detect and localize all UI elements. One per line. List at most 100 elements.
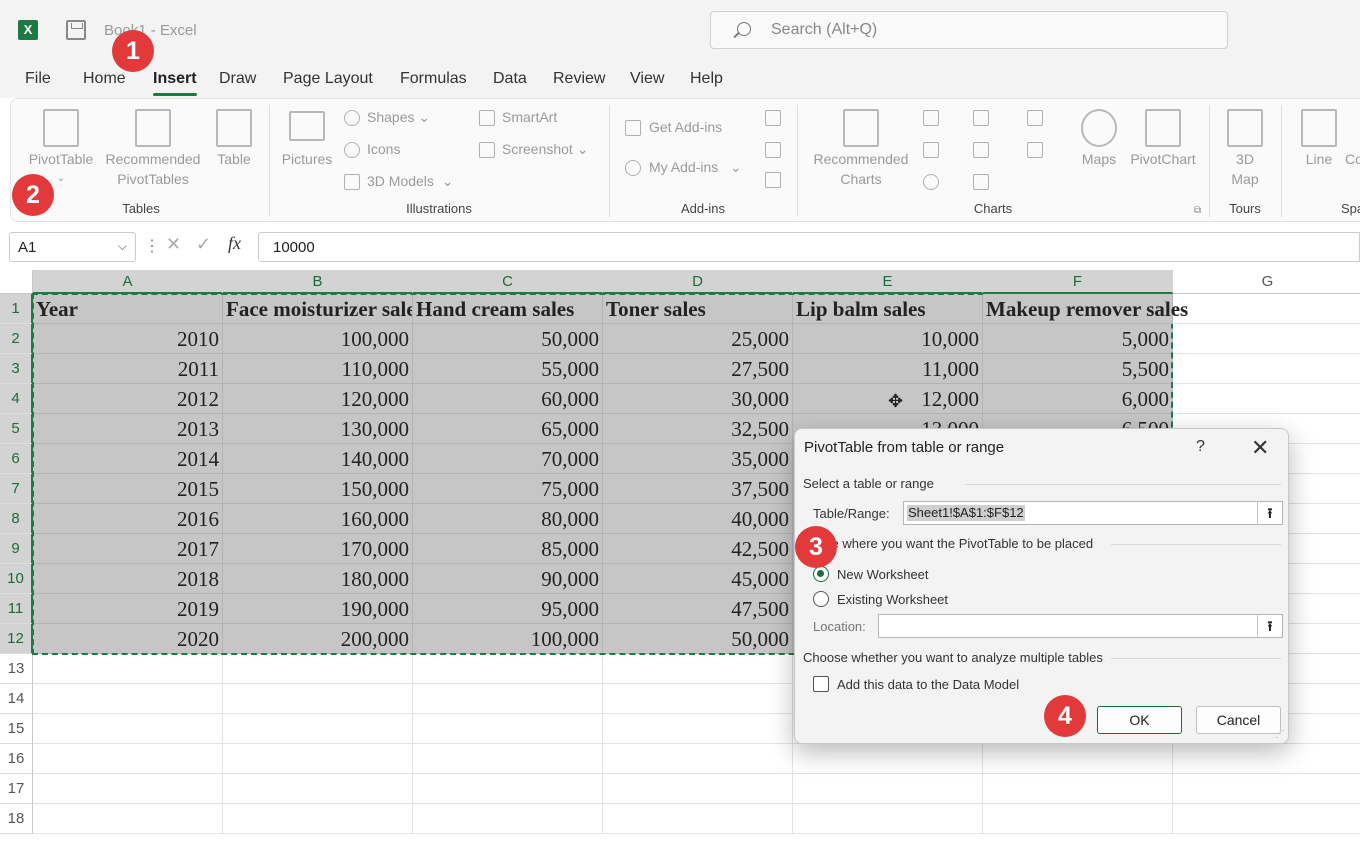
cell-d9[interactable]: 42,500: [603, 534, 793, 564]
column-header-a[interactable]: A: [33, 270, 223, 294]
tab-file[interactable]: File: [25, 70, 51, 88]
waterfall-chart-icon[interactable]: [1027, 110, 1043, 126]
bing-icon[interactable]: [765, 142, 781, 158]
pivotchart-button[interactable]: PivotChart: [1123, 149, 1203, 169]
cell-b10[interactable]: 180,000: [223, 564, 413, 594]
cell-a12[interactable]: 2020: [33, 624, 223, 654]
column-header-b[interactable]: B: [223, 270, 413, 294]
tab-review[interactable]: Review: [553, 70, 605, 88]
name-box[interactable]: A1 ⌵: [9, 232, 136, 262]
cell-c15[interactable]: [413, 714, 603, 744]
cell-f4[interactable]: 6,000: [983, 384, 1173, 414]
cell-c13[interactable]: [413, 654, 603, 684]
pivottable-button[interactable]: PivotTable: [25, 149, 97, 169]
cell-g3[interactable]: [1173, 354, 1360, 384]
cell-d4[interactable]: 30,000: [603, 384, 793, 414]
cell-d3[interactable]: 27,500: [603, 354, 793, 384]
cell-d13[interactable]: [603, 654, 793, 684]
statistic-chart-icon[interactable]: [973, 142, 989, 158]
cell-e3[interactable]: 11,000: [793, 354, 983, 384]
row-header-12[interactable]: 12: [0, 624, 33, 654]
people-graph-icon[interactable]: [765, 172, 781, 188]
cell-g4[interactable]: [1173, 384, 1360, 414]
cell-d1[interactable]: Toner sales: [603, 294, 793, 324]
cell-d6[interactable]: 35,000: [603, 444, 793, 474]
collapse-dialog-icon[interactable]: ⭱: [1257, 502, 1282, 524]
row-header-4[interactable]: 4: [0, 384, 33, 414]
cell-a1[interactable]: Year: [33, 294, 223, 324]
tab-home[interactable]: Home: [83, 70, 126, 88]
row-header-10[interactable]: 10: [0, 564, 33, 594]
tab-data[interactable]: Data: [493, 70, 527, 88]
cell-d12[interactable]: 50,000: [603, 624, 793, 654]
scatter-chart-icon[interactable]: [973, 174, 989, 190]
cell-b3[interactable]: 110,000: [223, 354, 413, 384]
cell-a17[interactable]: [33, 774, 223, 804]
cell-c5[interactable]: 65,000: [413, 414, 603, 444]
cancel-button[interactable]: Cancel: [1196, 706, 1281, 734]
shapes-button[interactable]: Shapes ⌄: [367, 107, 430, 127]
column-chart-icon[interactable]: [923, 110, 939, 126]
cell-d7[interactable]: 37,500: [603, 474, 793, 504]
dialog-launcher-icon[interactable]: ⧉: [1194, 205, 1201, 216]
cell-b14[interactable]: [223, 684, 413, 714]
cell-f18[interactable]: [983, 804, 1173, 834]
sparkline-line-button[interactable]: Line: [1301, 149, 1337, 169]
cell-f3[interactable]: 5,500: [983, 354, 1173, 384]
cell-c12[interactable]: 100,000: [413, 624, 603, 654]
cell-d16[interactable]: [603, 744, 793, 774]
row-header-11[interactable]: 11: [0, 594, 33, 624]
cell-d8[interactable]: 40,000: [603, 504, 793, 534]
cell-b16[interactable]: [223, 744, 413, 774]
cell-g2[interactable]: [1173, 324, 1360, 354]
cell-g17[interactable]: [1173, 774, 1360, 804]
row-header-13[interactable]: 13: [0, 654, 33, 684]
cell-a8[interactable]: 2016: [33, 504, 223, 534]
cell-a6[interactable]: 2014: [33, 444, 223, 474]
cell-c7[interactable]: 75,000: [413, 474, 603, 504]
cell-c2[interactable]: 50,000: [413, 324, 603, 354]
cell-c16[interactable]: [413, 744, 603, 774]
cell-a10[interactable]: 2018: [33, 564, 223, 594]
column-header-g[interactable]: G: [1173, 270, 1360, 294]
cell-e18[interactable]: [793, 804, 983, 834]
cell-e16[interactable]: [793, 744, 983, 774]
select-all-corner[interactable]: [0, 270, 33, 294]
row-header-7[interactable]: 7: [0, 474, 33, 504]
hierarchy-chart-icon[interactable]: [973, 110, 989, 126]
row-header-5[interactable]: 5: [0, 414, 33, 444]
close-icon[interactable]: ✕: [1251, 435, 1269, 461]
cell-c14[interactable]: [413, 684, 603, 714]
column-header-f[interactable]: F: [983, 270, 1173, 294]
cell-b13[interactable]: [223, 654, 413, 684]
cell-b4[interactable]: 120,000: [223, 384, 413, 414]
cell-b5[interactable]: 130,000: [223, 414, 413, 444]
cell-b18[interactable]: [223, 804, 413, 834]
row-header-6[interactable]: 6: [0, 444, 33, 474]
cell-g18[interactable]: [1173, 804, 1360, 834]
tab-formulas[interactable]: Formulas: [400, 70, 467, 88]
row-header-14[interactable]: 14: [0, 684, 33, 714]
combo-chart-icon[interactable]: [1027, 142, 1043, 158]
cell-d5[interactable]: 32,500: [603, 414, 793, 444]
ok-button[interactable]: OK: [1097, 706, 1182, 734]
existing-worksheet-radio[interactable]: [813, 591, 829, 607]
cell-c3[interactable]: 55,000: [413, 354, 603, 384]
cell-f16[interactable]: [983, 744, 1173, 774]
collapse-dialog-icon[interactable]: ⭱: [1257, 615, 1282, 637]
column-header-d[interactable]: D: [603, 270, 793, 294]
cell-a7[interactable]: 2015: [33, 474, 223, 504]
cell-a14[interactable]: [33, 684, 223, 714]
cell-e17[interactable]: [793, 774, 983, 804]
cell-d15[interactable]: [603, 714, 793, 744]
cell-b6[interactable]: 140,000: [223, 444, 413, 474]
cell-b17[interactable]: [223, 774, 413, 804]
row-header-9[interactable]: 9: [0, 534, 33, 564]
cell-c6[interactable]: 70,000: [413, 444, 603, 474]
maps-button[interactable]: Maps: [1073, 149, 1125, 169]
cell-c8[interactable]: 80,000: [413, 504, 603, 534]
column-header-e[interactable]: E: [793, 270, 983, 294]
cell-c11[interactable]: 95,000: [413, 594, 603, 624]
location-input[interactable]: ⭱: [878, 614, 1283, 638]
cell-f1[interactable]: Makeup remover sales: [983, 294, 1188, 324]
